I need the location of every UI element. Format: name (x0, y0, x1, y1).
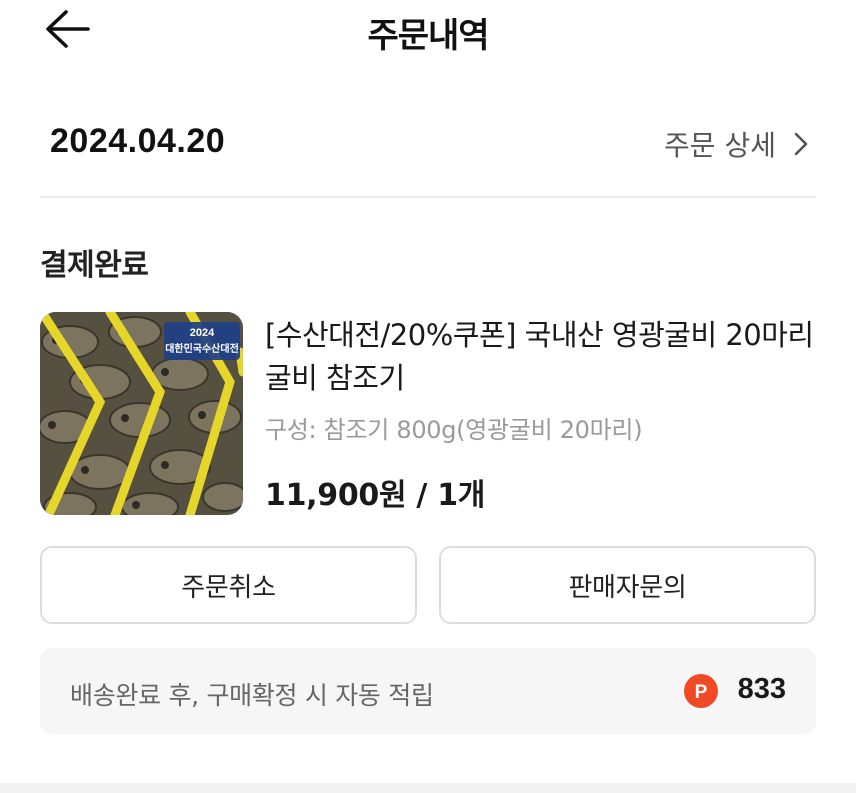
festival-logo: 2024 대한민국수산대전 (164, 322, 240, 360)
header: 주문내역 (0, 0, 856, 62)
order-status: 결제완료 (40, 248, 149, 283)
order-date: 2024.04.20 (50, 122, 226, 160)
divider (40, 196, 816, 198)
order-detail-link[interactable]: 주문 상세 (664, 124, 808, 164)
points-value: 833 (737, 673, 786, 705)
product-price: 11,900원 / 1개 (265, 478, 486, 513)
product-option: 구성: 참조기 800g(영광굴비 20마리) (265, 416, 643, 444)
order-history-page: 주문내역 2024.04.20 주문 상세 결제완료 2024 대한민국수산대전… (0, 0, 856, 793)
chevron-right-icon (794, 132, 808, 156)
dried-fish-image: 2024 대한민국수산대전 (40, 312, 243, 515)
point-icon: P (684, 674, 718, 708)
order-date-row: 2024.04.20 주문 상세 (40, 112, 816, 172)
bottom-divider (0, 783, 856, 793)
cancel-order-button[interactable]: 주문취소 (40, 546, 417, 624)
points-notice: 배송완료 후, 구매확정 시 자동 적립 P 833 (40, 648, 816, 734)
svg-text:대한민국수산대전: 대한민국수산대전 (165, 342, 239, 355)
product-thumbnail[interactable]: 2024 대한민국수산대전 (40, 312, 243, 515)
points-notice-text: 배송완료 후, 구매확정 시 자동 적립 (70, 681, 434, 710)
svg-text:2024: 2024 (190, 327, 215, 339)
seller-inquiry-button[interactable]: 판매자문의 (439, 546, 816, 624)
svg-text:P: P (695, 682, 708, 703)
order-detail-label: 주문 상세 (664, 129, 776, 162)
page-title: 주문내역 (367, 16, 489, 56)
product-name[interactable]: [수산대전/20%쿠폰] 국내산 영광굴비 20마리 굴비 참조기 (265, 314, 825, 400)
